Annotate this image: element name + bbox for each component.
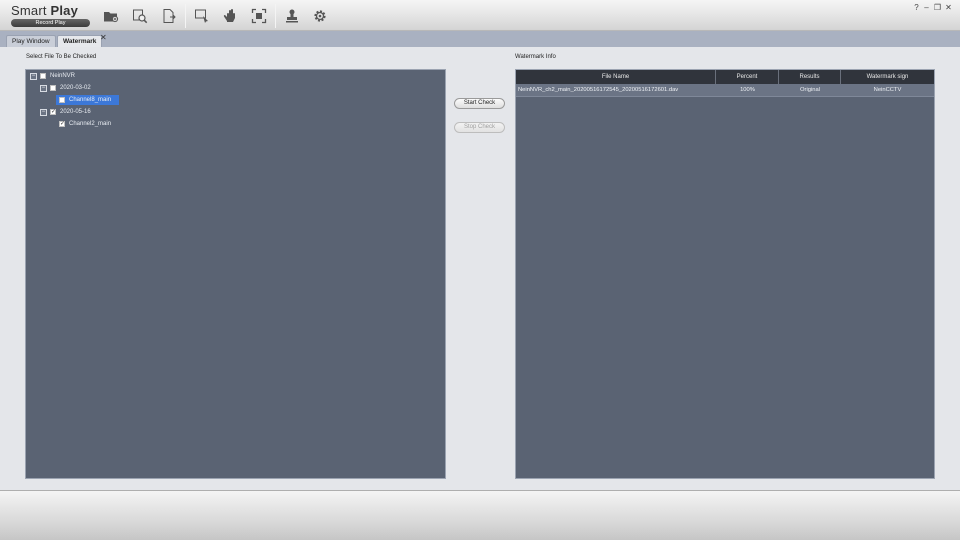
toolbar-separator — [275, 4, 276, 28]
select-area-icon — [195, 9, 208, 23]
column-watermark-sign[interactable]: Watermark sign — [841, 70, 934, 84]
toolbar-separator — [185, 4, 186, 28]
fullscreen-icon — [251, 8, 267, 24]
fullscreen-button[interactable] — [250, 7, 268, 25]
tree-node-channel2[interactable]: Channel2_main — [59, 119, 111, 129]
export-file-button[interactable] — [160, 7, 178, 25]
tree-node-label: 2020-05-16 — [60, 109, 91, 115]
watermark-info-label: Watermark Info — [515, 54, 556, 60]
tab-watermark[interactable]: Watermark — [57, 35, 103, 47]
collapse-icon[interactable]: − — [30, 72, 37, 80]
watermark-info-table: File Name Percent Results Watermark sign… — [515, 69, 935, 479]
cell-watermark-sign: NeinCCTV — [873, 87, 902, 93]
tab-close-icon[interactable]: ✕ — [100, 34, 107, 42]
tree-checkbox[interactable] — [50, 85, 56, 91]
tree-node-label: Channel2_main — [69, 121, 112, 127]
select-area-button[interactable] — [193, 7, 211, 25]
tree-node-date-1[interactable]: − 2020-03-02 — [40, 83, 91, 93]
app-subtitle-pill[interactable]: Record Play — [11, 19, 90, 27]
close-window-icon[interactable]: ✕ — [944, 3, 953, 12]
cell-percent: 100% — [740, 87, 755, 93]
open-folder-button[interactable] — [102, 7, 120, 25]
tree-node-label: Channel8_main — [69, 97, 112, 103]
help-icon[interactable]: ? — [912, 3, 921, 12]
tree-node-channel8[interactable]: Channel8_main — [56, 95, 120, 105]
start-check-button[interactable]: Start Check — [454, 98, 505, 109]
tree-checkbox[interactable] — [59, 97, 65, 103]
search-file-icon — [133, 9, 148, 24]
column-percent[interactable]: Percent — [716, 70, 779, 84]
tree-checkbox[interactable] — [50, 108, 56, 115]
cell-file-name: NeinNVR_ch2_main_20200516172545_20200516… — [518, 87, 679, 93]
search-file-button[interactable] — [131, 7, 149, 25]
open-folder-icon — [104, 12, 119, 23]
app-brand: Smart Play Record Play — [11, 3, 91, 27]
tree-checkbox[interactable] — [59, 120, 65, 127]
bottom-control-bar — [0, 490, 960, 540]
stop-check-button[interactable]: Stop Check — [454, 122, 505, 133]
file-tree-panel[interactable]: − NeinNVR − 2020-03-02 Channel8_main − 2… — [25, 69, 446, 479]
column-results[interactable]: Results — [779, 70, 841, 84]
app-title: Smart Play — [11, 3, 79, 18]
column-file-name[interactable]: File Name — [516, 70, 716, 84]
tab-play-window[interactable]: Play Window — [6, 35, 56, 47]
watermark-view: Select File To Be Checked − NeinNVR − 20… — [0, 47, 960, 490]
settings-gear-icon — [314, 10, 326, 22]
table-header: File Name Percent Results Watermark sign — [516, 70, 934, 84]
stamp-icon — [286, 9, 298, 23]
collapse-icon[interactable]: − — [40, 108, 47, 116]
table-row[interactable]: NeinNVR_ch2_main_20200516172545_20200516… — [516, 84, 934, 97]
hand-pan-icon — [223, 9, 235, 22]
tree-checkbox[interactable] — [40, 73, 46, 79]
title-toolbar: Smart Play Record Play ? – ❐ ✕ — [0, 0, 960, 31]
settings-button[interactable] — [311, 7, 329, 25]
restore-icon[interactable]: ❐ — [933, 3, 942, 12]
stamp-button[interactable] — [283, 7, 301, 25]
tree-node-label: NeinNVR — [50, 73, 76, 79]
tree-node-date-2[interactable]: − 2020-05-16 — [40, 107, 91, 117]
tree-node-label: 2020-03-02 — [60, 85, 91, 91]
export-file-icon — [163, 9, 176, 23]
cell-results: Original — [800, 87, 820, 93]
hand-pan-button[interactable] — [221, 7, 239, 25]
collapse-icon[interactable]: − — [40, 84, 47, 92]
tree-node-nvr[interactable]: − NeinNVR — [30, 71, 75, 81]
minimize-icon[interactable]: – — [922, 3, 931, 12]
tab-bar: Play Window Watermark ✕ — [0, 31, 960, 47]
select-file-label: Select File To Be Checked — [26, 54, 97, 60]
